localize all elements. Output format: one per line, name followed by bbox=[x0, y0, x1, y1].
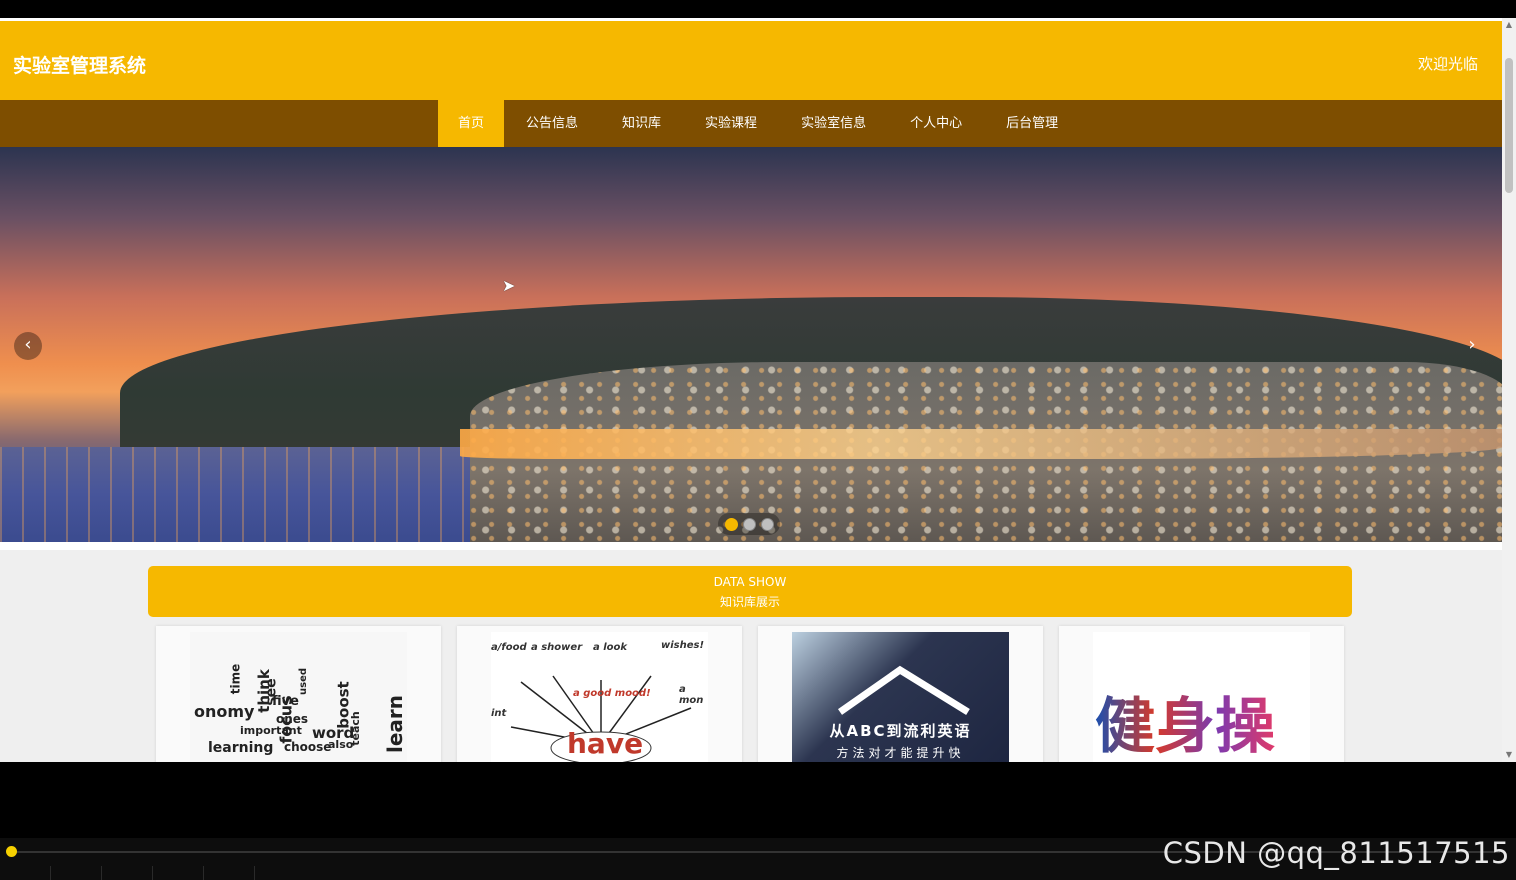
card-thumbnail-have-diagram: a/food a shower a look wishes! a good mo… bbox=[491, 632, 708, 762]
carousel-dot-1[interactable] bbox=[724, 517, 738, 531]
nav-item-personal-center[interactable]: 个人中心 bbox=[888, 100, 984, 147]
knowledge-card-2[interactable]: a/food a shower a look wishes! a good mo… bbox=[457, 626, 742, 762]
hero-carousel[interactable]: ‹ › bbox=[0, 147, 1502, 542]
thumbnail-title: 从ABC到流利英语 bbox=[829, 722, 972, 740]
csdn-watermark: CSDN @qq_811517515 bbox=[1162, 836, 1510, 870]
nav-item-knowledge-base[interactable]: 知识库 bbox=[600, 100, 683, 147]
word-cloud-word: ones bbox=[276, 712, 309, 726]
section-header: DATA SHOW 知识库展示 bbox=[148, 566, 1352, 617]
nav-item-admin[interactable]: 后台管理 bbox=[984, 100, 1080, 147]
word-cloud-word: learn bbox=[383, 694, 407, 754]
nav-item-lab-info[interactable]: 实验室信息 bbox=[779, 100, 888, 147]
mouse-cursor-icon: ➤ bbox=[502, 276, 516, 295]
vertical-scrollbar[interactable]: ▲ ▼ bbox=[1502, 18, 1516, 762]
chevron-left-icon: ‹ bbox=[24, 334, 32, 355]
site-header: 实验室管理系统 欢迎光临 bbox=[0, 18, 1502, 100]
diagram-center-word: have bbox=[567, 727, 644, 760]
diagram-label: a good mood! bbox=[573, 688, 651, 699]
welcome-text: 欢迎光临 bbox=[1417, 55, 1478, 73]
carousel-next-button[interactable]: › bbox=[1458, 332, 1486, 360]
card-thumbnail-english: 从ABC到流利英语 方法对才能提升快 bbox=[792, 632, 1009, 762]
word-cloud-word: used bbox=[298, 667, 310, 696]
diagram-label: wishes! bbox=[661, 640, 705, 651]
word-cloud-word: time bbox=[228, 663, 243, 695]
knowledge-card-1[interactable]: time think see onomy focus five boost le… bbox=[156, 626, 441, 762]
carousel-dot-2[interactable] bbox=[742, 517, 756, 531]
word-cloud-word: five bbox=[272, 694, 299, 709]
browser-viewport: 实验室管理系统 欢迎光临 首页 公告信息 知识库 实验课程 实验室信息 个人中心… bbox=[0, 18, 1516, 762]
web-page: 实验室管理系统 欢迎光临 首页 公告信息 知识库 实验课程 实验室信息 个人中心… bbox=[0, 18, 1502, 762]
nav-item-courses[interactable]: 实验课程 bbox=[683, 100, 779, 147]
section-divider bbox=[0, 542, 1502, 550]
card-thumbnail-calligraphy: 健身操 bbox=[1093, 632, 1310, 762]
card-thumbnail-word-cloud: time think see onomy focus five boost le… bbox=[190, 632, 407, 762]
roof-shape bbox=[837, 665, 970, 715]
scroll-up-arrow-icon[interactable]: ▲ bbox=[1502, 18, 1516, 32]
knowledge-card-4[interactable]: 健身操 bbox=[1059, 626, 1344, 762]
scrollbar-thumb[interactable] bbox=[1505, 58, 1513, 193]
nav-item-home[interactable]: 首页 bbox=[438, 100, 505, 147]
section-title-zh: 知识库展示 bbox=[719, 595, 780, 609]
knowledge-cards: time think see onomy focus five boost le… bbox=[156, 626, 1346, 762]
progress-knob[interactable] bbox=[6, 846, 17, 857]
word-cloud-word: learning bbox=[208, 740, 274, 756]
knowledge-card-3[interactable]: 从ABC到流利英语 方法对才能提升快 bbox=[758, 626, 1043, 762]
calligraphy-text: 健身操 bbox=[1095, 678, 1275, 762]
word-cloud-word: teach bbox=[348, 711, 362, 746]
site-title[interactable]: 实验室管理系统 bbox=[13, 51, 146, 78]
banner-shore-lights bbox=[460, 429, 1502, 459]
carousel-dot-3[interactable] bbox=[760, 517, 774, 531]
word-cloud-word: choose bbox=[284, 740, 332, 754]
carousel-indicators bbox=[718, 513, 780, 535]
nav-item-announcements[interactable]: 公告信息 bbox=[504, 100, 600, 147]
diagram-label: a/food bbox=[491, 642, 527, 653]
main-nav: 首页 公告信息 知识库 实验课程 实验室信息 个人中心 后台管理 bbox=[0, 100, 1502, 147]
chevron-right-icon: › bbox=[1468, 334, 1476, 355]
diagram-label: int bbox=[491, 708, 507, 719]
thumbnail-subtitle: 方法对才能提升快 bbox=[836, 746, 965, 760]
scroll-down-arrow-icon[interactable]: ▼ bbox=[1502, 748, 1516, 762]
word-cloud-word: onomy bbox=[194, 702, 255, 721]
section-title-en: DATA SHOW bbox=[713, 575, 787, 589]
diagram-label: a shower bbox=[531, 642, 583, 653]
carousel-prev-button[interactable]: ‹ bbox=[14, 332, 42, 360]
diagram-label: a mon bbox=[679, 684, 704, 706]
diagram-label: a look bbox=[593, 642, 628, 653]
